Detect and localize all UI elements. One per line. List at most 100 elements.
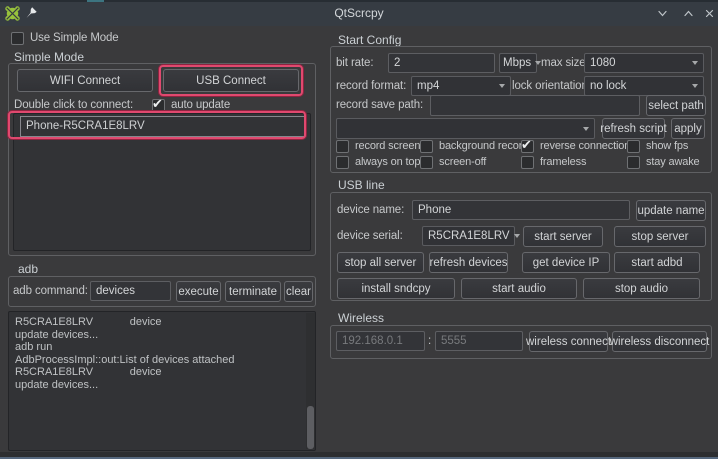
double-click-label: Double click to connect: xyxy=(14,99,134,111)
ip-port-separator: : xyxy=(428,335,432,347)
checkbox-label: frameless xyxy=(540,156,587,168)
record-format-label: record format: xyxy=(336,80,407,92)
checkbox-label: reverse connection xyxy=(540,140,631,152)
clear-button[interactable]: clear xyxy=(284,281,313,302)
checkbox-always-on-top[interactable]: always on top xyxy=(336,155,420,169)
stop-server-button[interactable]: stop server xyxy=(614,226,706,247)
checkbox-screen-off[interactable]: screen-off xyxy=(420,155,486,169)
adb-output-line: AdbProcessImpl::out:List of devices atta… xyxy=(15,353,235,366)
chevron-down-icon xyxy=(499,84,505,88)
chevron-down-icon xyxy=(692,61,698,65)
adb-command-input[interactable] xyxy=(90,281,171,301)
refresh-devices-button[interactable]: refresh devices xyxy=(429,252,508,273)
record-save-path-input[interactable] xyxy=(430,95,640,116)
simple-mode-group-title: Simple Mode xyxy=(14,50,85,64)
checkbox-use-simple-mode[interactable]: Use Simple Mode xyxy=(11,31,119,45)
script-combo[interactable] xyxy=(336,118,595,139)
combo-value: no lock xyxy=(590,80,627,92)
bit-rate-unit-combo[interactable]: Mbps xyxy=(499,53,542,73)
adb-group-title: adb xyxy=(18,262,39,276)
stop-audio-button[interactable]: stop audio xyxy=(583,278,700,299)
wireless-port-input[interactable] xyxy=(435,331,523,351)
wireless-ip-input[interactable] xyxy=(336,331,425,351)
combo-value: R5CRA1E8LRV xyxy=(428,230,510,242)
usb-connect-button[interactable]: USB Connect xyxy=(163,69,299,92)
lock-orientation-combo[interactable]: no lock xyxy=(584,76,704,96)
minimize-button[interactable] xyxy=(656,7,669,20)
device-serial-label: device serial: xyxy=(337,230,403,242)
start-server-button[interactable]: start server xyxy=(523,226,603,247)
checkbox-box xyxy=(521,155,534,169)
checkbox-label: Use Simple Mode xyxy=(30,32,119,44)
refresh-script-button[interactable]: refresh script xyxy=(600,118,667,139)
lock-orientation-label: lock orientation: xyxy=(512,80,591,92)
start-adbd-button[interactable]: start adbd xyxy=(614,252,700,273)
close-button[interactable] xyxy=(703,7,716,20)
checkbox-show-fps[interactable]: show fps xyxy=(627,139,688,153)
adb-output-line: adb run xyxy=(15,341,53,354)
wireless-connect-button[interactable]: wireless connect xyxy=(526,331,611,352)
apply-button[interactable]: apply xyxy=(671,118,705,139)
checkbox-record-screen[interactable]: record screen xyxy=(336,139,420,153)
checkbox-label: record screen xyxy=(355,140,421,152)
stop-all-server-button[interactable]: stop all server xyxy=(337,252,424,273)
device-list[interactable]: Phone-R5CRA1E8LRV xyxy=(13,113,311,251)
combo-value: mp4 xyxy=(417,80,440,92)
checkbox-box xyxy=(336,139,349,153)
record-save-path-label: record save path: xyxy=(336,99,424,111)
chevron-down-icon xyxy=(583,126,589,131)
combo-value: Mbps xyxy=(503,57,532,69)
update-name-button[interactable]: update name xyxy=(636,200,706,221)
checkbox-box xyxy=(420,155,433,169)
select-path-button[interactable]: select path xyxy=(646,95,706,116)
chevron-down-icon xyxy=(513,234,520,238)
checkbox-box xyxy=(521,137,534,153)
window-top-edge xyxy=(0,0,718,2)
device-serial-combo[interactable]: R5CRA1E8LRV xyxy=(422,226,520,246)
record-format-combo[interactable]: mp4 xyxy=(411,76,511,96)
checkbox-auto-update[interactable]: auto update xyxy=(152,96,230,112)
chevron-down-icon xyxy=(692,84,698,88)
top-edge-artifact xyxy=(87,0,104,2)
max-size-combo[interactable]: 1080 xyxy=(584,53,704,73)
checkbox-background-record[interactable]: background record xyxy=(420,139,528,153)
checkbox-stay-awake[interactable]: stay awake xyxy=(627,155,700,169)
adb-output-line: update devices... xyxy=(15,378,99,391)
checkbox-box xyxy=(627,139,640,153)
checkbox-label: background record xyxy=(439,140,529,152)
device-list-item[interactable]: Phone-R5CRA1E8LRV xyxy=(20,116,306,137)
maximize-button[interactable] xyxy=(682,7,695,20)
qtscrcpy-window: QtScrcpy Use Simple Mode Simple Mode WIF… xyxy=(0,0,718,459)
install-sndcpy-button[interactable]: install sndcpy xyxy=(337,278,455,299)
checkbox-box xyxy=(11,31,24,45)
max-size-label: max size: xyxy=(541,57,589,69)
wifi-connect-button[interactable]: WIFI Connect xyxy=(17,69,153,92)
adb-output-area[interactable]: R5CRA1E8LRV device update devices... adb… xyxy=(8,311,316,451)
checkbox-reverse-connection[interactable]: reverse connection xyxy=(521,137,631,153)
checkbox-frameless[interactable]: frameless xyxy=(521,155,586,169)
start-audio-button[interactable]: start audio xyxy=(461,278,577,299)
checkbox-box xyxy=(627,155,640,169)
adb-output-line: R5CRA1E8LRV device xyxy=(15,366,162,379)
title-bar: QtScrcpy xyxy=(0,0,718,26)
device-name-label: device name: xyxy=(337,204,405,216)
wireless-disconnect-button[interactable]: wireless disconnect xyxy=(610,331,709,352)
checkbox-box xyxy=(420,139,433,153)
terminate-button[interactable]: terminate xyxy=(225,281,281,302)
adb-command-label: adb command: xyxy=(13,285,88,297)
device-name-input[interactable] xyxy=(412,200,630,220)
get-device-ip-button[interactable]: get device IP xyxy=(522,252,610,273)
usb-line-group-title: USB line xyxy=(338,178,385,192)
combo-value: 1080 xyxy=(590,57,616,69)
scrollbar-thumb[interactable] xyxy=(307,406,314,449)
adb-output-line: update devices... xyxy=(15,328,99,341)
scrollbar-track[interactable] xyxy=(306,313,315,449)
start-config-group-title: Start Config xyxy=(338,33,402,47)
execute-button[interactable]: execute xyxy=(176,281,221,302)
checkbox-box xyxy=(152,96,165,112)
checkbox-box xyxy=(336,155,349,169)
bit-rate-input[interactable] xyxy=(388,53,495,73)
checkbox-label: stay awake xyxy=(646,156,700,168)
bit-rate-label: bit rate: xyxy=(336,57,374,69)
checkbox-label: show fps xyxy=(646,140,689,152)
